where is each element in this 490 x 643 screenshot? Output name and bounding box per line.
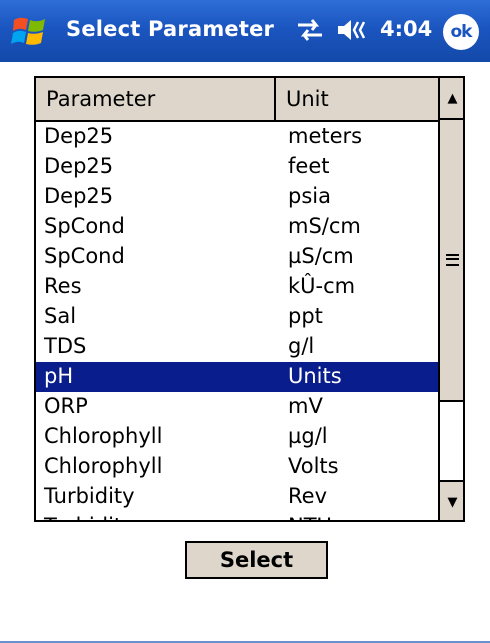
select-button[interactable]: Select [185,541,328,579]
column-header-parameter[interactable]: Parameter [36,78,276,120]
cell-unit: meters [288,124,363,148]
cell-unit: psia [288,184,331,208]
vertical-scrollbar[interactable]: ▲ ▼ [438,78,463,520]
cell-unit: µS/cm [288,244,354,268]
column-header-unit[interactable]: Unit [276,78,438,120]
windows-flag-icon[interactable] [10,12,50,50]
table-row[interactable]: Dep25 feet [36,152,438,182]
table-row[interactable]: Chlorophyll µg/l [36,422,438,452]
ok-button[interactable]: ok [443,14,479,50]
table-row[interactable]: Sal ppt [36,302,438,332]
table-row[interactable]: Chlorophyll Volts [36,452,438,482]
cell-unit: mV [288,394,323,418]
scroll-down-arrow-icon[interactable]: ▼ [440,480,463,520]
table-row[interactable]: pH Units [36,362,438,392]
table-row[interactable]: SpCond mS/cm [36,212,438,242]
cell-parameter: Turbidity [44,514,135,520]
cell-parameter: Sal [44,304,77,328]
title-bar: Select Parameter 4:04 ok [0,0,490,62]
table-row[interactable]: Res kÛ-cm [36,272,438,302]
cell-parameter: SpCond [44,244,125,268]
cell-unit: kÛ-cm [288,274,356,298]
parameter-list[interactable]: Parameter Unit Dep25 meters Dep25 feet Dep25… [34,76,465,522]
table-row[interactable]: Turbidity NTU [36,512,438,520]
cell-unit: NTU [288,514,332,520]
cell-parameter: pH [44,364,74,388]
cell-parameter: TDS [44,334,87,358]
speaker-volume-icon[interactable] [336,16,370,44]
scroll-up-arrow-icon[interactable]: ▲ [440,78,463,120]
cell-parameter: Chlorophyll [44,454,163,478]
cell-parameter: Turbidity [44,484,135,508]
cell-parameter: Res [44,274,82,298]
cell-unit: ppt [288,304,323,328]
cell-parameter: Chlorophyll [44,424,163,448]
cell-unit: µg/l [288,424,328,448]
table-row[interactable]: Turbidity Rev [36,482,438,512]
cell-unit: feet [288,154,330,178]
window-title: Select Parameter [66,17,275,41]
table-row[interactable]: SpCond µS/cm [36,242,438,272]
scroll-thumb[interactable] [440,120,463,402]
table-row[interactable]: TDS g/l [36,332,438,362]
clock[interactable]: 4:04 [380,17,432,41]
connectivity-icon[interactable] [296,16,324,44]
list-rows: Dep25 meters Dep25 feet Dep25 psia SpCond mS/cm… [36,122,438,520]
cell-unit: Volts [288,454,339,478]
scroll-grip-icon [446,254,459,266]
table-row[interactable]: Dep25 meters [36,122,438,152]
cell-parameter: Dep25 [44,124,114,148]
cell-parameter: SpCond [44,214,125,238]
cell-parameter: Dep25 [44,184,114,208]
cell-unit: Units [288,364,342,388]
cell-parameter: Dep25 [44,154,114,178]
cell-unit: g/l [288,334,315,358]
table-row[interactable]: Dep25 psia [36,182,438,212]
cell-unit: Rev [288,484,327,508]
cell-unit: mS/cm [288,214,361,238]
table-row[interactable]: ORP mV [36,392,438,422]
cell-parameter: ORP [44,394,88,418]
list-header: Parameter Unit [36,78,438,122]
